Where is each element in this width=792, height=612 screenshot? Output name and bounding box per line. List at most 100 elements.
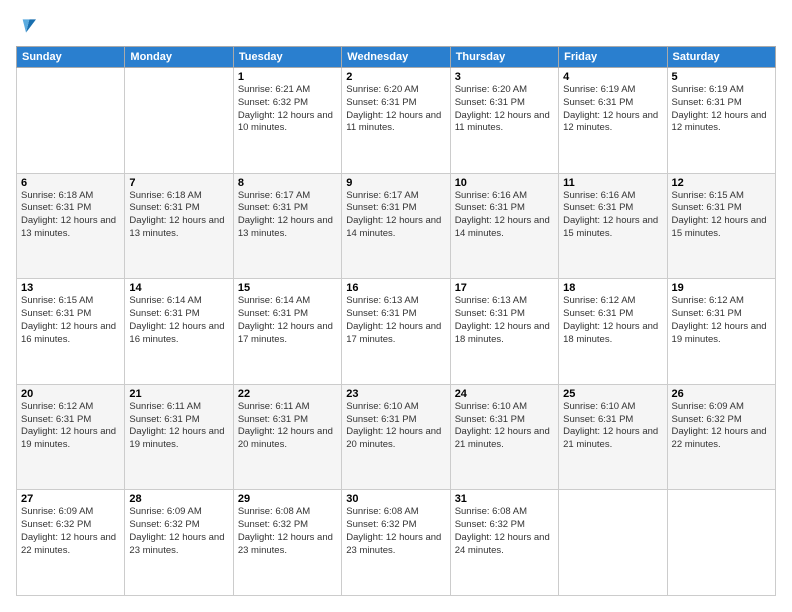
calendar-cell: 24Sunrise: 6:10 AM Sunset: 6:31 PM Dayli… (450, 384, 558, 490)
day-info: Sunrise: 6:18 AM Sunset: 6:31 PM Dayligh… (129, 190, 228, 241)
page: SundayMondayTuesdayWednesdayThursdayFrid… (0, 0, 792, 612)
calendar-cell: 18Sunrise: 6:12 AM Sunset: 6:31 PM Dayli… (559, 279, 667, 385)
day-info: Sunrise: 6:10 AM Sunset: 6:31 PM Dayligh… (455, 401, 554, 452)
calendar-cell: 1Sunrise: 6:21 AM Sunset: 6:32 PM Daylig… (233, 68, 341, 174)
calendar-cell: 7Sunrise: 6:18 AM Sunset: 6:31 PM Daylig… (125, 173, 233, 279)
day-info: Sunrise: 6:14 AM Sunset: 6:31 PM Dayligh… (129, 295, 228, 346)
day-number: 26 (672, 388, 771, 400)
calendar-cell: 11Sunrise: 6:16 AM Sunset: 6:31 PM Dayli… (559, 173, 667, 279)
calendar-cell: 17Sunrise: 6:13 AM Sunset: 6:31 PM Dayli… (450, 279, 558, 385)
day-info: Sunrise: 6:09 AM Sunset: 6:32 PM Dayligh… (129, 506, 228, 557)
day-number: 13 (21, 282, 120, 294)
calendar-week-row: 13Sunrise: 6:15 AM Sunset: 6:31 PM Dayli… (17, 279, 776, 385)
calendar-cell (17, 68, 125, 174)
day-info: Sunrise: 6:08 AM Sunset: 6:32 PM Dayligh… (455, 506, 554, 557)
day-info: Sunrise: 6:14 AM Sunset: 6:31 PM Dayligh… (238, 295, 337, 346)
calendar-cell: 6Sunrise: 6:18 AM Sunset: 6:31 PM Daylig… (17, 173, 125, 279)
day-info: Sunrise: 6:09 AM Sunset: 6:32 PM Dayligh… (672, 401, 771, 452)
calendar-cell: 31Sunrise: 6:08 AM Sunset: 6:32 PM Dayli… (450, 490, 558, 596)
day-info: Sunrise: 6:15 AM Sunset: 6:31 PM Dayligh… (672, 190, 771, 241)
calendar-cell: 26Sunrise: 6:09 AM Sunset: 6:32 PM Dayli… (667, 384, 775, 490)
weekday-header-row: SundayMondayTuesdayWednesdayThursdayFrid… (17, 47, 776, 68)
weekday-header: Saturday (667, 47, 775, 68)
day-info: Sunrise: 6:17 AM Sunset: 6:31 PM Dayligh… (238, 190, 337, 241)
day-info: Sunrise: 6:17 AM Sunset: 6:31 PM Dayligh… (346, 190, 445, 241)
day-number: 1 (238, 71, 337, 83)
calendar-cell: 16Sunrise: 6:13 AM Sunset: 6:31 PM Dayli… (342, 279, 450, 385)
calendar-week-row: 6Sunrise: 6:18 AM Sunset: 6:31 PM Daylig… (17, 173, 776, 279)
weekday-header: Monday (125, 47, 233, 68)
weekday-header: Wednesday (342, 47, 450, 68)
day-number: 4 (563, 71, 662, 83)
day-number: 9 (346, 177, 445, 189)
calendar-cell: 14Sunrise: 6:14 AM Sunset: 6:31 PM Dayli… (125, 279, 233, 385)
day-info: Sunrise: 6:08 AM Sunset: 6:32 PM Dayligh… (238, 506, 337, 557)
calendar-cell: 20Sunrise: 6:12 AM Sunset: 6:31 PM Dayli… (17, 384, 125, 490)
day-number: 3 (455, 71, 554, 83)
day-number: 30 (346, 493, 445, 505)
day-number: 28 (129, 493, 228, 505)
day-number: 29 (238, 493, 337, 505)
calendar-cell: 27Sunrise: 6:09 AM Sunset: 6:32 PM Dayli… (17, 490, 125, 596)
day-info: Sunrise: 6:15 AM Sunset: 6:31 PM Dayligh… (21, 295, 120, 346)
calendar-cell: 5Sunrise: 6:19 AM Sunset: 6:31 PM Daylig… (667, 68, 775, 174)
header (16, 16, 776, 36)
day-number: 19 (672, 282, 771, 294)
day-info: Sunrise: 6:11 AM Sunset: 6:31 PM Dayligh… (129, 401, 228, 452)
day-info: Sunrise: 6:11 AM Sunset: 6:31 PM Dayligh… (238, 401, 337, 452)
calendar-cell: 8Sunrise: 6:17 AM Sunset: 6:31 PM Daylig… (233, 173, 341, 279)
day-number: 16 (346, 282, 445, 294)
calendar-cell: 21Sunrise: 6:11 AM Sunset: 6:31 PM Dayli… (125, 384, 233, 490)
calendar-cell (125, 68, 233, 174)
day-number: 14 (129, 282, 228, 294)
calendar-cell: 4Sunrise: 6:19 AM Sunset: 6:31 PM Daylig… (559, 68, 667, 174)
day-info: Sunrise: 6:20 AM Sunset: 6:31 PM Dayligh… (455, 84, 554, 135)
calendar-cell: 3Sunrise: 6:20 AM Sunset: 6:31 PM Daylig… (450, 68, 558, 174)
calendar-cell: 29Sunrise: 6:08 AM Sunset: 6:32 PM Dayli… (233, 490, 341, 596)
logo (16, 16, 40, 36)
calendar-cell: 9Sunrise: 6:17 AM Sunset: 6:31 PM Daylig… (342, 173, 450, 279)
day-number: 7 (129, 177, 228, 189)
day-number: 11 (563, 177, 662, 189)
weekday-header: Sunday (17, 47, 125, 68)
day-info: Sunrise: 6:18 AM Sunset: 6:31 PM Dayligh… (21, 190, 120, 241)
weekday-header: Thursday (450, 47, 558, 68)
day-info: Sunrise: 6:13 AM Sunset: 6:31 PM Dayligh… (455, 295, 554, 346)
weekday-header: Friday (559, 47, 667, 68)
calendar-week-row: 20Sunrise: 6:12 AM Sunset: 6:31 PM Dayli… (17, 384, 776, 490)
day-info: Sunrise: 6:19 AM Sunset: 6:31 PM Dayligh… (672, 84, 771, 135)
calendar-cell: 30Sunrise: 6:08 AM Sunset: 6:32 PM Dayli… (342, 490, 450, 596)
day-info: Sunrise: 6:16 AM Sunset: 6:31 PM Dayligh… (563, 190, 662, 241)
day-info: Sunrise: 6:21 AM Sunset: 6:32 PM Dayligh… (238, 84, 337, 135)
day-number: 21 (129, 388, 228, 400)
day-number: 10 (455, 177, 554, 189)
calendar-cell: 10Sunrise: 6:16 AM Sunset: 6:31 PM Dayli… (450, 173, 558, 279)
day-info: Sunrise: 6:10 AM Sunset: 6:31 PM Dayligh… (346, 401, 445, 452)
calendar-week-row: 1Sunrise: 6:21 AM Sunset: 6:32 PM Daylig… (17, 68, 776, 174)
day-info: Sunrise: 6:12 AM Sunset: 6:31 PM Dayligh… (563, 295, 662, 346)
day-number: 31 (455, 493, 554, 505)
day-number: 18 (563, 282, 662, 294)
day-number: 6 (21, 177, 120, 189)
calendar-cell: 23Sunrise: 6:10 AM Sunset: 6:31 PM Dayli… (342, 384, 450, 490)
day-info: Sunrise: 6:16 AM Sunset: 6:31 PM Dayligh… (455, 190, 554, 241)
day-number: 23 (346, 388, 445, 400)
day-info: Sunrise: 6:09 AM Sunset: 6:32 PM Dayligh… (21, 506, 120, 557)
day-number: 8 (238, 177, 337, 189)
calendar-cell: 12Sunrise: 6:15 AM Sunset: 6:31 PM Dayli… (667, 173, 775, 279)
calendar-cell (667, 490, 775, 596)
day-number: 5 (672, 71, 771, 83)
calendar-cell: 13Sunrise: 6:15 AM Sunset: 6:31 PM Dayli… (17, 279, 125, 385)
calendar-week-row: 27Sunrise: 6:09 AM Sunset: 6:32 PM Dayli… (17, 490, 776, 596)
day-info: Sunrise: 6:12 AM Sunset: 6:31 PM Dayligh… (21, 401, 120, 452)
calendar-cell: 15Sunrise: 6:14 AM Sunset: 6:31 PM Dayli… (233, 279, 341, 385)
day-info: Sunrise: 6:20 AM Sunset: 6:31 PM Dayligh… (346, 84, 445, 135)
calendar-cell: 22Sunrise: 6:11 AM Sunset: 6:31 PM Dayli… (233, 384, 341, 490)
day-info: Sunrise: 6:12 AM Sunset: 6:31 PM Dayligh… (672, 295, 771, 346)
calendar-cell: 25Sunrise: 6:10 AM Sunset: 6:31 PM Dayli… (559, 384, 667, 490)
day-info: Sunrise: 6:10 AM Sunset: 6:31 PM Dayligh… (563, 401, 662, 452)
day-number: 12 (672, 177, 771, 189)
day-number: 15 (238, 282, 337, 294)
day-info: Sunrise: 6:08 AM Sunset: 6:32 PM Dayligh… (346, 506, 445, 557)
calendar-cell (559, 490, 667, 596)
